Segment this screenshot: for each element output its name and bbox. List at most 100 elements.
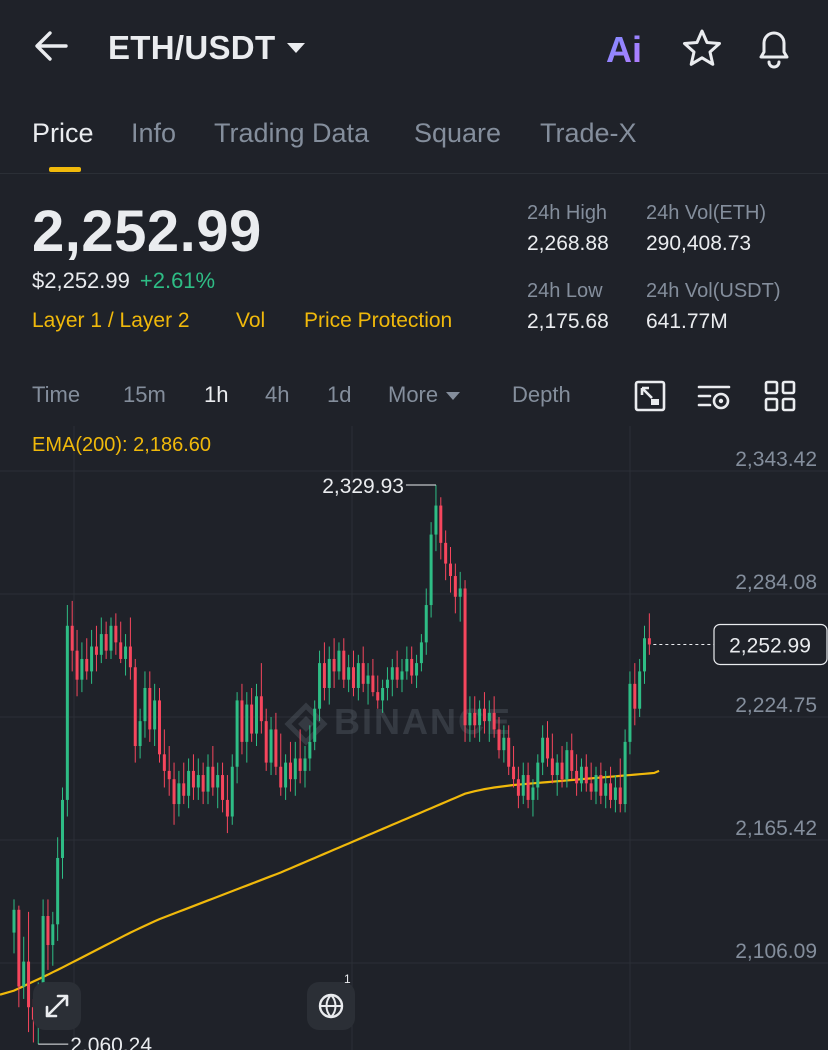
candle-body [119, 642, 123, 659]
tag-price-protection[interactable]: Price Protection [304, 309, 452, 333]
candle [555, 754, 559, 796]
candle-body [604, 783, 608, 796]
candle [182, 762, 186, 805]
candle-body [245, 704, 249, 742]
candle-body [153, 700, 157, 730]
candle [61, 787, 64, 879]
candle [303, 746, 307, 788]
candle [46, 899, 50, 970]
candle-body [609, 783, 613, 800]
candle [245, 692, 249, 763]
candle-body [613, 787, 617, 800]
y-tick-label: 2,284.08 [735, 571, 817, 594]
tab-trading-data[interactable]: Trading Data [214, 118, 369, 149]
fullscreen-button[interactable] [33, 982, 81, 1030]
candle-body [628, 683, 632, 742]
grid-layout-icon[interactable] [762, 378, 798, 414]
candle-body [298, 758, 302, 771]
candle-body [172, 779, 176, 805]
candle-body [361, 663, 365, 684]
interval-4h[interactable]: 4h [265, 382, 289, 408]
candle-body [99, 634, 103, 655]
interval-1d[interactable]: 1d [327, 382, 351, 408]
web3-button[interactable] [307, 982, 355, 1030]
price-usd: $2,252.99 [32, 268, 130, 293]
price-sub-row: $2,252.99 +2.61% [32, 268, 215, 294]
tab-trade-x[interactable]: Trade-X [540, 118, 637, 149]
interval-time[interactable]: Time [32, 382, 80, 408]
candle [128, 617, 132, 680]
favorite-star-icon[interactable] [680, 26, 724, 70]
candle-body [56, 857, 60, 925]
candle-body [482, 708, 486, 722]
candle [279, 733, 283, 796]
candle [584, 754, 588, 792]
candle [90, 629, 94, 684]
vol-eth-label: 24h Vol(ETH) [646, 202, 767, 224]
bell-icon[interactable] [752, 24, 796, 70]
candle-body [473, 712, 477, 726]
candle [240, 683, 244, 755]
candle [589, 762, 593, 800]
candle-body [250, 704, 254, 734]
main-tabs: Price Info Trading Data Square Trade-X [0, 112, 828, 174]
interval-1h[interactable]: 1h [204, 382, 228, 408]
candle-body [337, 650, 341, 672]
candle [623, 729, 627, 813]
candle-body [61, 799, 64, 858]
candle [618, 758, 622, 813]
candle [133, 658, 137, 763]
candle [322, 642, 326, 701]
candle-body [162, 754, 166, 771]
candle [27, 911, 31, 1033]
tag-layer[interactable]: Layer 1 / Layer 2 [32, 309, 190, 333]
candle-body [148, 687, 152, 730]
back-arrow-icon[interactable] [30, 26, 74, 66]
globe-icon [318, 993, 344, 1019]
tag-vol[interactable]: Vol [236, 309, 265, 333]
candle-body [279, 766, 283, 788]
candle [337, 642, 341, 680]
candle-body [512, 766, 516, 780]
candle-body [347, 667, 351, 680]
candle-body [143, 687, 147, 722]
candle-body [51, 924, 55, 946]
candle [274, 712, 278, 776]
candle [56, 837, 60, 941]
indicator-settings-icon[interactable] [696, 378, 732, 414]
candle-body [128, 646, 132, 668]
candle [434, 484, 438, 552]
candle-body [342, 650, 346, 680]
candle-body [536, 762, 540, 788]
chart-expand-icon[interactable] [632, 378, 668, 414]
interval-15m[interactable]: 15m [123, 382, 166, 408]
pair-selector[interactable]: ETH/USDT [108, 26, 306, 70]
candle [235, 692, 239, 784]
low-marker-label: 2,060.24 [70, 1034, 152, 1050]
candle [405, 646, 409, 680]
candle [124, 634, 128, 676]
candle [12, 899, 16, 954]
candle-body [27, 961, 31, 1008]
y-tick-label: 2,343.42 [735, 448, 817, 471]
candle-body [521, 775, 525, 796]
candle-body [405, 658, 409, 672]
candle [255, 683, 258, 747]
candle [99, 617, 103, 664]
candle-body [114, 625, 118, 643]
candle-body [487, 712, 491, 722]
tab-price[interactable]: Price [32, 118, 94, 149]
candle-body [274, 729, 278, 767]
ai-assistant-icon[interactable]: Ai [604, 26, 654, 70]
tab-info[interactable]: Info [131, 118, 176, 149]
candle-body [594, 775, 598, 792]
candle [206, 754, 210, 805]
depth-tab[interactable]: Depth [512, 382, 571, 408]
candle-body [618, 787, 622, 805]
candle [211, 746, 215, 796]
interval-more[interactable]: More [388, 382, 461, 408]
candlestick-chart[interactable]: BINANCE 2,329.93 2,060.24 2,252.99 2,343.4… [0, 426, 828, 1050]
candle-body [221, 775, 225, 800]
tab-square[interactable]: Square [414, 118, 501, 149]
candle [85, 638, 89, 680]
